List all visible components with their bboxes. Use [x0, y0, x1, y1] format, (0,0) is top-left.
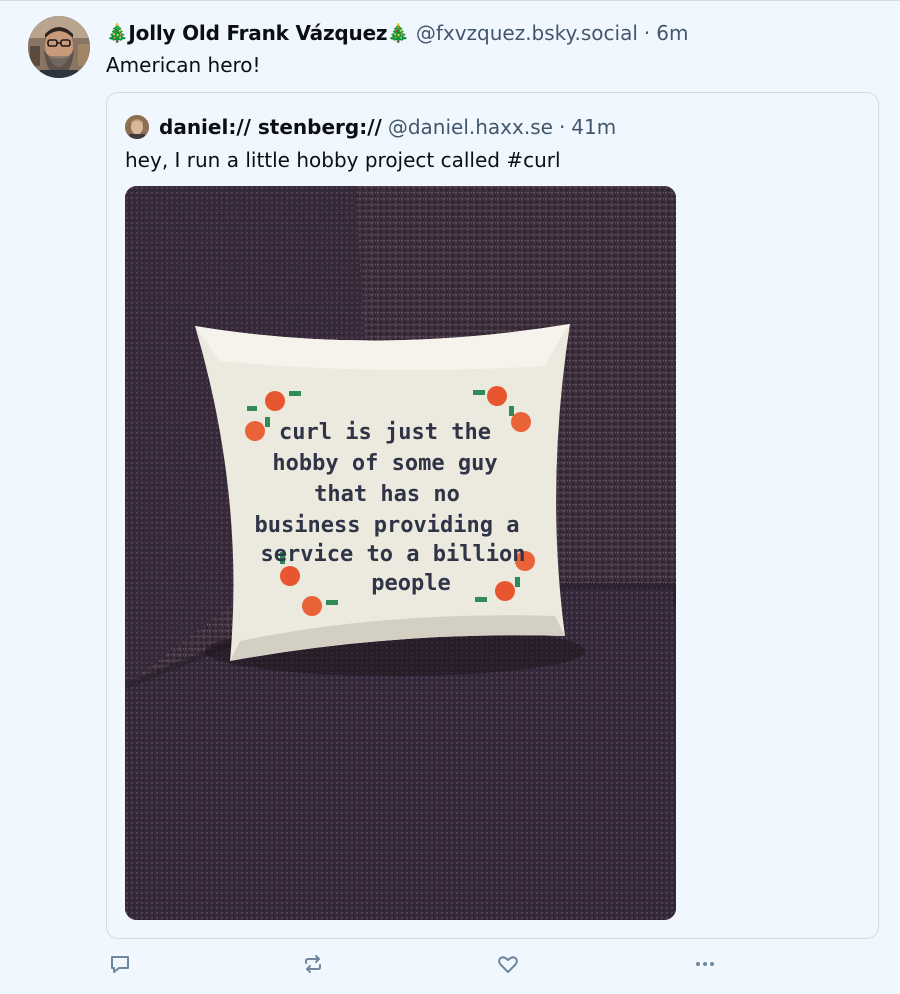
- tree-emoji-left: 🎄: [106, 22, 129, 44]
- repost-icon: [305, 955, 321, 973]
- quoted-post-image[interactable]: curl is just the hobby of some guy that …: [125, 186, 676, 920]
- quoted-author-handle[interactable]: @daniel.haxx.se: [388, 115, 553, 139]
- meta-separator: ·: [643, 21, 651, 45]
- reply-button[interactable]: [106, 950, 134, 978]
- embroidery-line-6: people: [371, 571, 450, 596]
- quoted-author-avatar[interactable]: [125, 115, 149, 139]
- quoted-post[interactable]: daniel:// stenberg:// @daniel.haxx.se · …: [106, 92, 879, 939]
- author-avatar[interactable]: [28, 16, 90, 78]
- embroidery-line-2: hobby of some guy: [272, 451, 497, 476]
- post-header: 🎄 Jolly Old Frank Vázquez 🎄 @fxvzquez.bs…: [106, 18, 688, 48]
- author-display-name[interactable]: Jolly Old Frank Vázquez: [128, 21, 387, 45]
- embroidery-line-1: curl is just the: [279, 420, 491, 445]
- embroidery-line-4: business providing a: [255, 513, 520, 538]
- post-actions: [106, 950, 726, 980]
- ellipsis-icon: [696, 962, 714, 966]
- quoted-post-timestamp[interactable]: 41m: [571, 115, 616, 139]
- speech-bubble-icon: [111, 956, 129, 973]
- quoted-post-text: hey, I run a little hobby project called…: [125, 148, 561, 172]
- quoted-post-header: daniel:// stenberg:// @daniel.haxx.se · …: [125, 113, 616, 141]
- heart-icon: [498, 956, 518, 973]
- repost-button[interactable]: [299, 950, 327, 978]
- like-button[interactable]: [494, 950, 522, 978]
- quoted-author-display-name[interactable]: daniel:// stenberg://: [159, 115, 382, 139]
- more-options-button[interactable]: [691, 950, 719, 978]
- tree-emoji-right: 🎄: [387, 22, 410, 44]
- feed-post[interactable]: 🎄 Jolly Old Frank Vázquez 🎄 @fxvzquez.bs…: [0, 0, 900, 994]
- post-timestamp[interactable]: 6m: [656, 21, 688, 45]
- post-text: American hero!: [106, 53, 261, 77]
- author-handle[interactable]: @fxvzquez.bsky.social: [416, 21, 638, 45]
- embroidery-line-3: that has no: [314, 482, 460, 507]
- quoted-meta-separator: ·: [558, 115, 566, 139]
- embroidery-line-5: service to a billion: [261, 542, 526, 567]
